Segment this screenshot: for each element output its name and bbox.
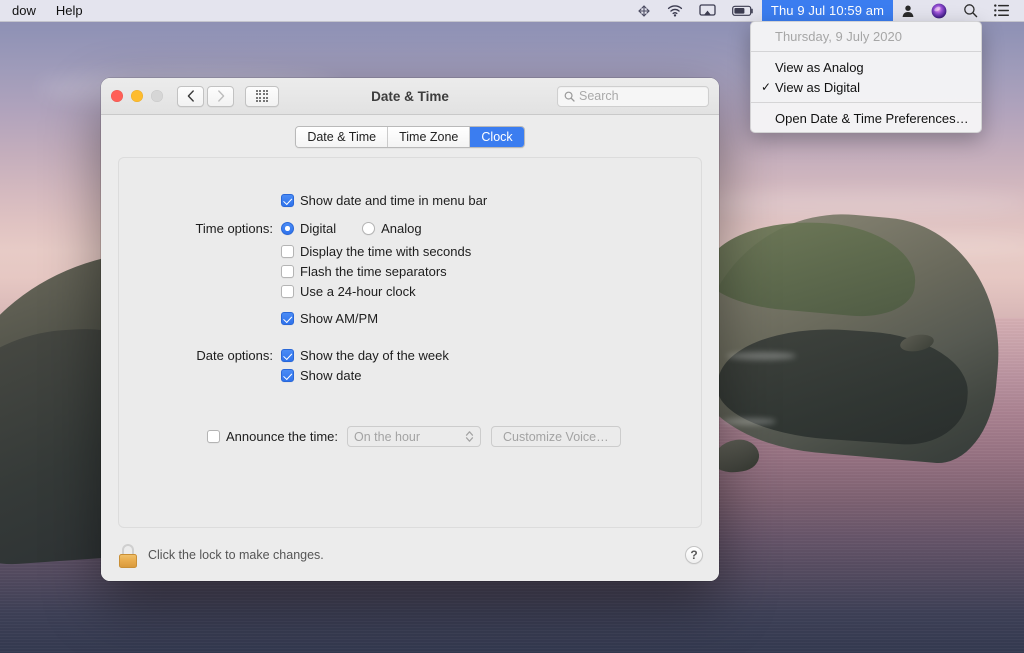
label-date-options: Date options: — [119, 348, 281, 363]
wifi-icon[interactable] — [659, 0, 691, 22]
minimize-button[interactable] — [131, 90, 143, 102]
checkbox-announce-the-time[interactable] — [207, 430, 220, 443]
checkbox-show-date[interactable] — [281, 369, 294, 382]
radio-digital[interactable] — [281, 222, 294, 235]
label-display-time-with-seconds: Display the time with seconds — [300, 244, 471, 259]
traffic-lights — [111, 90, 163, 102]
label-digital: Digital — [300, 221, 336, 236]
label-announce-the-time: Announce the time: — [226, 429, 338, 444]
radio-analog[interactable] — [362, 222, 375, 235]
battery-icon[interactable] — [724, 0, 762, 22]
close-button[interactable] — [111, 90, 123, 102]
tab-date-and-time[interactable]: Date & Time — [296, 127, 388, 147]
clock-dropdown-menu: Thursday, 9 July 2020 View as Analog ✓ V… — [750, 21, 982, 133]
displays-icon[interactable] — [629, 0, 659, 22]
siri-icon[interactable] — [923, 0, 955, 22]
navigation-buttons — [177, 86, 234, 107]
label-flash-the-time-separators: Flash the time separators — [300, 264, 447, 279]
menu-help[interactable]: Help — [46, 0, 93, 22]
zoom-button — [151, 90, 163, 102]
menu-item-label: View as Analog — [775, 60, 864, 75]
window-body: Date & Time Time Zone Clock Show date an… — [101, 115, 719, 581]
label-show-date-time-in-menu-bar: Show date and time in menu bar — [300, 193, 487, 208]
menu-item-open-date-time-preferences[interactable]: Open Date & Time Preferences… — [751, 108, 981, 128]
wallpaper-foam — [722, 418, 776, 425]
checkmark-icon: ✓ — [761, 80, 773, 94]
spotlight-search-icon[interactable] — [955, 0, 986, 22]
row-show-date: Show date — [119, 368, 701, 383]
menu-bar: dow Help — [0, 0, 1024, 22]
grid-icon — [256, 90, 269, 103]
menu-bar-status-area: Thu 9 Jul 10:59 am — [629, 0, 1024, 22]
announce-interval-value: On the hour — [354, 430, 420, 444]
tab-time-zone[interactable]: Time Zone — [388, 127, 470, 147]
row-announce-the-time: Announce the time: On the hour Customize… — [119, 426, 701, 447]
checkbox-show-am-pm[interactable] — [281, 312, 294, 325]
menu-item-view-as-digital[interactable]: ✓ View as Digital — [751, 77, 981, 97]
menu-item-label: Open Date & Time Preferences… — [775, 111, 969, 126]
label-show-date: Show date — [300, 368, 361, 383]
row-show-am-pm: Show AM/PM — [119, 311, 701, 326]
row-show-in-menubar: Show date and time in menu bar — [119, 193, 701, 208]
menu-bar-clock[interactable]: Thu 9 Jul 10:59 am — [762, 0, 893, 22]
clock-settings-panel: Show date and time in menu bar Time opti… — [118, 157, 702, 528]
search-field[interactable]: Search — [557, 86, 709, 107]
window-titlebar: Date & Time Search — [101, 78, 719, 115]
help-button[interactable]: ? — [685, 546, 703, 564]
lock-icon[interactable] — [117, 542, 139, 568]
control-center-icon[interactable] — [986, 0, 1018, 22]
search-icon — [564, 91, 575, 102]
menu-item-view-as-analog[interactable]: View as Analog — [751, 57, 981, 77]
row-date-options: Date options: Show the day of the week — [119, 348, 701, 363]
announce-interval-popup[interactable]: On the hour — [347, 426, 481, 447]
tab-group: Date & Time Time Zone Clock — [295, 126, 524, 148]
wallpaper-cloud — [700, 190, 1024, 216]
airplay-icon[interactable] — [691, 0, 724, 22]
label-use-24-hour-clock: Use a 24-hour clock — [300, 284, 416, 299]
menu-bar-left: dow Help — [0, 0, 93, 22]
checkbox-show-day-of-week[interactable] — [281, 349, 294, 362]
user-account-icon[interactable] — [893, 0, 923, 22]
label-show-day-of-week: Show the day of the week — [300, 348, 449, 363]
menu-separator — [751, 102, 981, 103]
show-all-grid-button[interactable] — [245, 86, 279, 107]
window-footer: Click the lock to make changes. ? — [101, 529, 719, 581]
date-time-preferences-window: Date & Time Search Date & Time Time Zone… — [101, 78, 719, 581]
row-24-hour-clock: Use a 24-hour clock — [119, 284, 701, 299]
label-time-options: Time options: — [119, 221, 281, 236]
tab-bar: Date & Time Time Zone Clock — [101, 115, 719, 156]
tab-clock[interactable]: Clock — [470, 127, 523, 147]
menu-item-label: View as Digital — [775, 80, 860, 95]
menu-separator — [751, 51, 981, 52]
clock-menu-date-header: Thursday, 9 July 2020 — [751, 26, 981, 46]
wallpaper-foam — [726, 352, 796, 360]
row-flash-separators: Flash the time separators — [119, 264, 701, 279]
row-time-options: Time options: Digital Analog — [119, 221, 701, 236]
checkbox-flash-the-time-separators[interactable] — [281, 265, 294, 278]
forward-button — [207, 86, 234, 107]
checkbox-use-24-hour-clock[interactable] — [281, 285, 294, 298]
label-show-am-pm: Show AM/PM — [300, 311, 378, 326]
checkbox-display-time-with-seconds[interactable] — [281, 245, 294, 258]
lock-hint-text: Click the lock to make changes. — [148, 548, 324, 562]
search-placeholder: Search — [579, 89, 619, 103]
label-analog: Analog — [381, 221, 421, 236]
checkbox-show-date-time-in-menu-bar[interactable] — [281, 194, 294, 207]
back-button[interactable] — [177, 86, 204, 107]
chevron-updown-icon — [465, 430, 474, 443]
lock-body — [119, 554, 137, 568]
customize-voice-button[interactable]: Customize Voice… — [491, 426, 621, 447]
menu-window[interactable]: dow — [2, 0, 46, 22]
row-display-seconds: Display the time with seconds — [119, 244, 701, 259]
clock-menu-date-text: Thursday, 9 July 2020 — [775, 29, 902, 44]
